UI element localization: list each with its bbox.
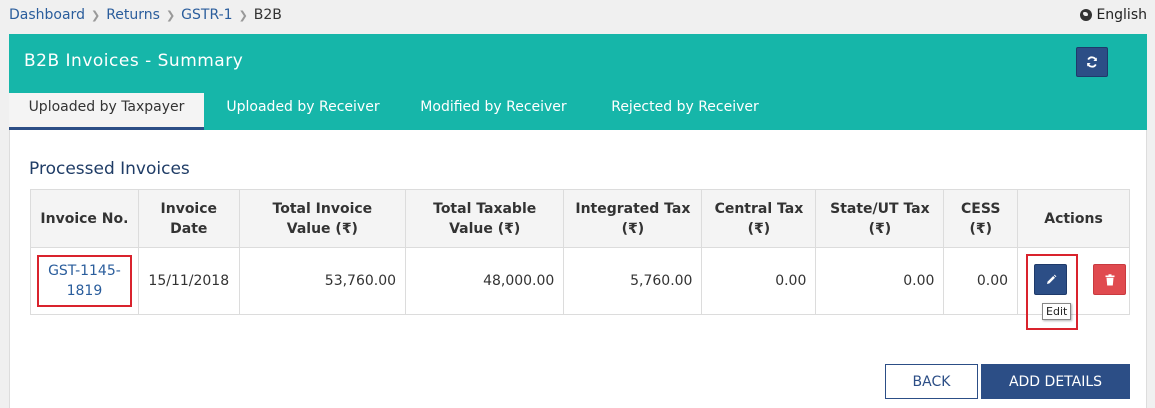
- col-header-line: CESS: [961, 200, 1001, 217]
- col-header-line: State/UT Tax: [830, 200, 930, 217]
- language-selector[interactable]: English: [1080, 7, 1147, 23]
- tab-uploaded-by-receiver[interactable]: Uploaded by Receiver: [204, 93, 402, 130]
- cell-cess: 0.00: [943, 247, 1019, 315]
- tab-uploaded-by-taxpayer[interactable]: Uploaded by Taxpayer: [9, 93, 204, 130]
- trash-icon: [1105, 273, 1115, 285]
- breadcrumb-returns[interactable]: Returns: [106, 7, 160, 23]
- col-header-line: Integrated Tax: [575, 200, 691, 217]
- chevron-right-icon: ❯: [90, 8, 101, 22]
- col-header-line: Value (₹): [286, 220, 358, 237]
- edit-button[interactable]: [1034, 264, 1068, 295]
- col-header-invoice-no: Invoice No.: [30, 189, 139, 248]
- table-row: GST-1145- 1819 15/11/2018 53,760.00 48,00…: [30, 247, 1130, 330]
- cell-integrated-tax: 5,760.00: [563, 247, 703, 315]
- table-header-row: Invoice No. Invoice Date Total Invoice V…: [30, 189, 1130, 248]
- cell-invoice-date: 15/11/2018: [137, 247, 240, 315]
- col-header-line: (₹): [621, 220, 645, 237]
- col-header-total-taxable-value: Total Taxable Value (₹): [405, 189, 565, 248]
- delete-button[interactable]: [1093, 264, 1127, 295]
- chevron-right-icon: ❯: [165, 8, 176, 22]
- col-header-central-tax: Central Tax (₹): [701, 189, 817, 248]
- col-header-state-ut-tax: State/UT Tax (₹): [815, 189, 945, 248]
- top-bar: Dashboard ❯ Returns ❯ GSTR-1 ❯ B2B Engli…: [0, 0, 1155, 33]
- pencil-icon: [1046, 274, 1056, 284]
- breadcrumb-current: B2B: [253, 7, 282, 23]
- col-header-line: (₹): [868, 220, 892, 237]
- cell-central-tax: 0.00: [701, 247, 817, 315]
- invoice-link-line: GST-1145-: [48, 263, 121, 279]
- cell-invoice-no: GST-1145- 1819: [30, 247, 139, 315]
- col-header-line: Invoice: [160, 200, 218, 217]
- tab-rejected-by-receiver[interactable]: Rejected by Receiver: [585, 93, 785, 130]
- cell-total-taxable-value: 48,000.00: [405, 247, 565, 315]
- col-header-line: Value (₹): [449, 220, 521, 237]
- col-header-line: (₹): [969, 220, 992, 237]
- cell-actions: Edit: [1017, 247, 1130, 330]
- tab-bar: Uploaded by Taxpayer Uploaded by Receive…: [9, 93, 785, 130]
- col-header-invoice-date: Invoice Date: [137, 189, 240, 248]
- col-header-total-invoice-value: Total Invoice Value (₹): [238, 189, 407, 248]
- col-header-line: (₹): [747, 220, 771, 237]
- refresh-icon: [1087, 56, 1097, 68]
- language-label: English: [1096, 7, 1147, 23]
- section-title: Processed Invoices: [29, 159, 190, 179]
- tab-modified-by-receiver[interactable]: Modified by Receiver: [402, 93, 585, 130]
- col-header-line: Central Tax: [714, 200, 804, 217]
- col-header-cess: CESS (₹): [943, 189, 1019, 248]
- cell-state-ut-tax: 0.00: [815, 247, 945, 315]
- page-title: B2B Invoices - Summary: [24, 51, 244, 71]
- globe-icon: [1080, 9, 1093, 21]
- invoice-link-line: 1819: [66, 283, 103, 299]
- col-header-integrated-tax: Integrated Tax (₹): [563, 189, 703, 248]
- col-header-line: Total Invoice: [272, 200, 373, 217]
- edit-tooltip: Edit: [1042, 303, 1072, 320]
- col-header-line: Total Taxable: [433, 200, 537, 217]
- invoice-link[interactable]: GST-1145- 1819: [36, 255, 132, 307]
- breadcrumb-gstr1[interactable]: GSTR-1: [181, 7, 232, 23]
- col-header-line: Invoice No.: [40, 210, 129, 227]
- content-panel: Processed Invoices Invoice No. Invoice D…: [9, 130, 1147, 408]
- col-header-line: Date: [170, 220, 208, 237]
- back-button[interactable]: BACK: [885, 364, 978, 399]
- cell-total-invoice-value: 53,760.00: [238, 247, 407, 315]
- refresh-button[interactable]: [1076, 47, 1108, 77]
- breadcrumb: Dashboard ❯ Returns ❯ GSTR-1 ❯ B2B: [9, 7, 282, 23]
- col-header-line: Actions: [1044, 210, 1103, 227]
- chevron-right-icon: ❯: [238, 8, 248, 22]
- col-header-actions: Actions: [1017, 189, 1130, 248]
- invoices-table: Invoice No. Invoice Date Total Invoice V…: [30, 189, 1130, 330]
- summary-header: B2B Invoices - Summary Uploaded by Taxpa…: [9, 34, 1147, 130]
- breadcrumb-dashboard[interactable]: Dashboard: [9, 7, 85, 23]
- add-details-button[interactable]: ADD DETAILS: [981, 364, 1130, 399]
